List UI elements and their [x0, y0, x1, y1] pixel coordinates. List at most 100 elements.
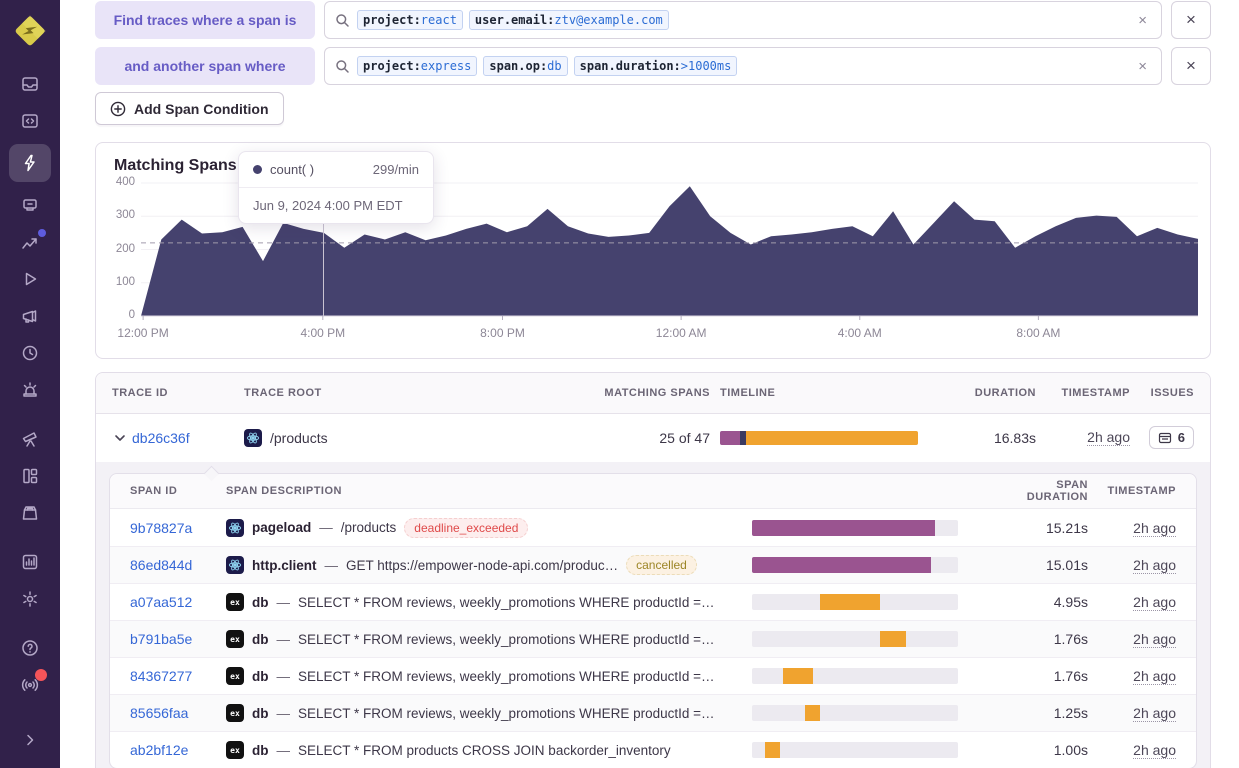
span-id-link[interactable]: a07aa512 [130, 594, 192, 610]
sidebar-item-projects[interactable] [11, 107, 49, 135]
chart-tooltip: count( ) 299/min Jun 9, 2024 4:00 PM EDT [238, 151, 434, 224]
span-timestamp[interactable]: 2h ago [1133, 557, 1176, 574]
span-duration: 1.76s [992, 631, 1088, 647]
span-id-link[interactable]: ab2bf12e [130, 742, 188, 758]
sidebar-item-crons[interactable] [11, 339, 49, 367]
span-id-link[interactable]: 9b78827a [130, 520, 192, 536]
span-duration-bar [752, 594, 958, 610]
express-platform-icon: ex [226, 741, 244, 759]
span-timestamp[interactable]: 2h ago [1133, 705, 1176, 722]
sidebar-item-whats-new[interactable] [11, 671, 49, 699]
span-row[interactable]: 86ed844d http.client — GET https://empow… [110, 546, 1196, 583]
sidebar-item-settings[interactable] [11, 585, 49, 613]
y-tick-label: 300 [99, 209, 135, 221]
y-tick-label: 100 [99, 276, 135, 288]
filter-tokens: project:react user.email:ztv@example.com [357, 10, 1127, 30]
span-condition-row-1: Find traces where a span is project:reac… [95, 1, 1211, 39]
sidebar-item-discover[interactable] [11, 425, 49, 453]
separator-dash: — [277, 632, 291, 647]
trace-timestamp[interactable]: 2h ago [1087, 429, 1130, 446]
col-span-id: SPAN ID [130, 485, 226, 497]
span-description: SELECT * FROM products CROSS JOIN backor… [298, 743, 671, 758]
filter-token[interactable]: user.email:ztv@example.com [469, 10, 669, 30]
delete-condition-button[interactable]: × [1171, 1, 1211, 39]
sidebar-item-alerts[interactable] [11, 376, 49, 404]
search-icon [335, 59, 350, 74]
sidebar-item-dashboards[interactable] [11, 462, 49, 490]
span-timestamp[interactable]: 2h ago [1133, 631, 1176, 648]
clear-search-icon[interactable]: × [1134, 12, 1151, 29]
filter-token[interactable]: project:express [357, 56, 477, 76]
react-platform-icon [244, 429, 262, 447]
traces-icon [20, 153, 40, 173]
tooltip-series-label: count( ) [270, 162, 314, 177]
col-span-description: SPAN DESCRIPTION [226, 485, 752, 497]
sidebar-item-issues[interactable] [11, 70, 49, 98]
span-duration: 1.00s [992, 742, 1088, 758]
span-op: db [252, 632, 269, 647]
span-duration: 15.01s [992, 557, 1088, 573]
search-input[interactable]: project:reactuser.email:ztv@example.com … [324, 1, 1162, 39]
clear-search-icon[interactable]: × [1134, 58, 1151, 75]
add-span-condition-button[interactable]: Add Span Condition [95, 92, 284, 125]
span-row[interactable]: 9b78827a pageload — /products deadline_e… [110, 509, 1196, 546]
span-description: GET https://empower-node-api.com/produc… [346, 558, 618, 573]
span-duration-bar [752, 631, 958, 647]
span-id-link[interactable]: 86ed844d [130, 557, 192, 573]
collapse-chevron-icon[interactable] [112, 430, 130, 446]
span-row[interactable]: a07aa512 ex db — SELECT * FROM reviews, … [110, 583, 1196, 620]
col-trace-root: TRACE ROOT [244, 387, 598, 399]
col-span-duration: SPAN DURATION [992, 479, 1088, 503]
sidebar-bottom [11, 634, 49, 768]
issues-icon [1158, 431, 1172, 445]
span-duration: 15.21s [992, 520, 1088, 536]
search-input[interactable]: project:express span.op:db span.duration:>… [324, 47, 1162, 85]
main-content: Find traces where a span is project:reac… [60, 0, 1239, 768]
col-timestamp: TIMESTAMP [1036, 387, 1130, 399]
span-id-link[interactable]: 85656faa [130, 705, 188, 721]
delete-condition-button[interactable]: × [1171, 47, 1211, 85]
col-timeline: TIMELINE [710, 387, 950, 399]
sidebar-item-performance[interactable] [11, 191, 49, 219]
separator-dash: — [277, 595, 291, 610]
gear-icon [20, 589, 40, 609]
sidebar-item-replays[interactable] [11, 265, 49, 293]
sidebar-item-explore[interactable] [9, 144, 51, 182]
span-timestamp[interactable]: 2h ago [1133, 594, 1176, 611]
trace-id-link[interactable]: db26c36f [132, 430, 190, 446]
span-duration-bar [752, 705, 958, 721]
span-timestamp[interactable]: 2h ago [1133, 520, 1176, 537]
trace-row[interactable]: db26c36f /products 25 of 47 16.83s 2h ag… [96, 414, 1210, 462]
span-row[interactable]: b791ba5e ex db — SELECT * FROM reviews, … [110, 620, 1196, 657]
series-dot-icon [253, 165, 262, 174]
filter-token[interactable]: project:react [357, 10, 463, 30]
span-timestamp[interactable]: 2h ago [1133, 668, 1176, 685]
megaphone-icon [20, 306, 40, 326]
sidebar-nav [9, 70, 51, 613]
sidebar-item-help[interactable] [11, 634, 49, 662]
help-icon [20, 638, 40, 658]
span-op: db [252, 706, 269, 721]
span-description: SELECT * FROM reviews, weekly_promotions… [298, 632, 715, 647]
filter-token[interactable]: span.op:db [483, 56, 567, 76]
col-span-timestamp: TIMESTAMP [1088, 485, 1176, 497]
span-id-link[interactable]: 84367277 [130, 668, 192, 684]
span-row[interactable]: 85656faa ex db — SELECT * FROM reviews, … [110, 694, 1196, 731]
sidebar-item-insights[interactable] [11, 228, 49, 256]
sentry-logo[interactable] [11, 12, 49, 50]
filter-token[interactable]: span.duration:>1000ms [574, 56, 738, 76]
express-platform-icon: ex [226, 704, 244, 722]
span-duration-bar [752, 557, 958, 573]
sidebar-item-releases[interactable] [11, 499, 49, 527]
span-timestamp[interactable]: 2h ago [1133, 742, 1176, 759]
span-row[interactable]: 84367277 ex db — SELECT * FROM reviews, … [110, 657, 1196, 694]
trace-root-label: /products [270, 430, 328, 446]
span-row[interactable]: ab2bf12e ex db — SELECT * FROM products … [110, 731, 1196, 768]
sidebar-item-feedback[interactable] [11, 302, 49, 330]
span-rows: 9b78827a pageload — /products deadline_e… [110, 509, 1196, 768]
traces-table-header: TRACE ID TRACE ROOT MATCHING SPANS TIMEL… [96, 373, 1210, 414]
span-id-link[interactable]: b791ba5e [130, 631, 192, 647]
sidebar-item-stats[interactable] [11, 548, 49, 576]
sidebar-collapse-button[interactable] [11, 726, 49, 754]
issues-badge[interactable]: 6 [1149, 426, 1194, 449]
